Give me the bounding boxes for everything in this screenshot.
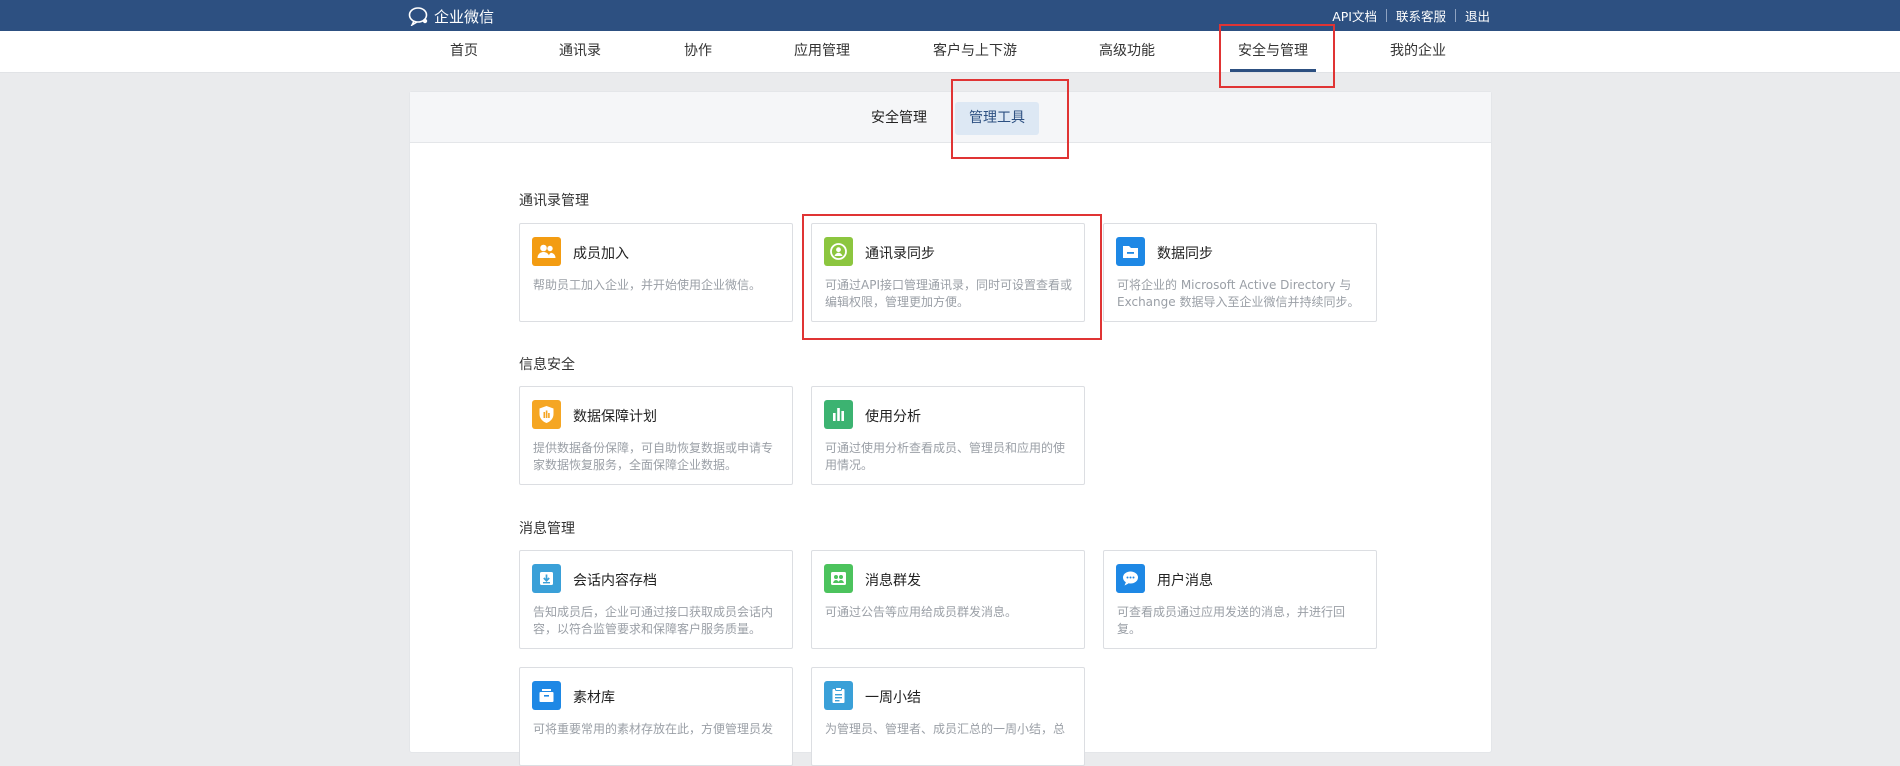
chat-bubble-icon <box>1116 564 1145 593</box>
section-title-contacts: 通讯录管理 <box>519 193 589 209</box>
card-data-sync[interactable]: 数据同步 可将企业的 Microsoft Active Directory 与 … <box>1103 223 1377 322</box>
card-title: 通讯录同步 <box>865 246 935 262</box>
card-title: 成员加入 <box>573 246 629 262</box>
card-description: 可查看成员通过应用发送的消息，并进行回复。 <box>1117 605 1346 636</box>
app-logo[interactable]: 企业微信 <box>408 5 494 27</box>
material-library-icon <box>532 681 561 710</box>
card-title: 数据保障计划 <box>573 409 657 425</box>
card-mass-message[interactable]: 消息群发 可通过公告等应用给成员群发消息。 <box>811 550 1085 649</box>
shield-icon <box>532 400 561 429</box>
card-material-library[interactable]: 素材库 可将重要常用的素材存放在此，方便管理员发 <box>519 667 793 766</box>
content-panel: 安全管理 管理工具 通讯录管理 成员加入 帮助员工加入企业，并开始使用企业微信。… <box>409 91 1492 766</box>
card-title: 使用分析 <box>865 409 921 425</box>
top-links: API文档 联系客服 退出 <box>1332 0 1490 31</box>
bar-chart-icon <box>824 400 853 429</box>
tab-management-tools[interactable]: 管理工具 <box>955 102 1039 135</box>
section-title-message-management: 消息管理 <box>519 521 575 537</box>
nav-app-management[interactable]: 应用管理 <box>794 31 850 72</box>
card-weekly-summary[interactable]: 一周小结 为管理员、管理者、成员汇总的一周小结，总 <box>811 667 1085 766</box>
broadcast-icon <box>824 564 853 593</box>
card-description: 可将重要常用的素材存放在此，方便管理员发 <box>533 722 774 736</box>
card-chat-archive[interactable]: 会话内容存档 告知成员后，企业可通过接口获取成员会话内容，以符合监管要求和保障客… <box>519 550 793 649</box>
logo-text: 企业微信 <box>434 7 495 26</box>
main-nav: 首页 通讯录 协作 应用管理 客户与上下游 高级功能 安全与管理 我的企业 <box>0 31 1900 73</box>
card-member-join[interactable]: 成员加入 帮助员工加入企业，并开始使用企业微信。 <box>519 223 793 322</box>
divider <box>1454 9 1456 22</box>
card-title: 一周小结 <box>865 690 921 706</box>
contact-sync-icon <box>824 237 853 266</box>
card-description: 告知成员后，企业可通过接口获取成员会话内容，以符合监管要求和保障客户服务质量。 <box>533 605 774 636</box>
section-title-info-security: 信息安全 <box>519 357 575 373</box>
tab-security-management[interactable]: 安全管理 <box>857 102 941 135</box>
nav-contacts[interactable]: 通讯录 <box>559 31 601 72</box>
card-title: 用户消息 <box>1157 573 1213 589</box>
card-description: 可通过使用分析查看成员、管理员和应用的使用情况。 <box>825 441 1066 472</box>
archive-icon <box>532 564 561 593</box>
card-title: 数据同步 <box>1157 246 1213 262</box>
nav-customers[interactable]: 客户与上下游 <box>933 31 1017 72</box>
nav-security-management[interactable]: 安全与管理 <box>1230 31 1316 72</box>
clipboard-icon <box>824 681 853 710</box>
api-docs-link[interactable]: API文档 <box>1332 6 1377 25</box>
card-user-messages[interactable]: 用户消息 可查看成员通过应用发送的消息，并进行回复。 <box>1103 550 1377 649</box>
card-title: 消息群发 <box>865 573 921 589</box>
card-description: 可通过公告等应用给成员群发消息。 <box>825 605 1018 619</box>
wecom-logo-icon <box>408 7 428 26</box>
card-usage-analysis[interactable]: 使用分析 可通过使用分析查看成员、管理员和应用的使用情况。 <box>811 386 1085 485</box>
divider <box>1385 9 1387 22</box>
sub-tabs: 安全管理 管理工具 <box>410 92 1491 143</box>
card-description: 为管理员、管理者、成员汇总的一周小结，总 <box>825 722 1066 736</box>
card-title: 素材库 <box>573 690 615 706</box>
card-description: 提供数据备份保障，可自助恢复数据或申请专家数据恢复服务，全面保障企业数据。 <box>533 441 774 472</box>
card-description: 可将企业的 Microsoft Active Directory 与 Excha… <box>1117 278 1360 309</box>
card-contact-sync[interactable]: 通讯录同步 可通过API接口管理通讯录，同时可设置查看或编辑权限，管理更加方便。 <box>811 223 1085 322</box>
nav-advanced-features[interactable]: 高级功能 <box>1099 31 1155 72</box>
card-data-protection[interactable]: 数据保障计划 提供数据备份保障，可自助恢复数据或申请专家数据恢复服务，全面保障企… <box>519 386 793 485</box>
members-icon <box>532 237 561 266</box>
nav-my-enterprise[interactable]: 我的企业 <box>1390 31 1446 72</box>
top-bar: 企业微信 API文档 联系客服 退出 <box>0 0 1900 31</box>
contact-support-link[interactable]: 联系客服 <box>1396 6 1446 25</box>
nav-home[interactable]: 首页 <box>450 31 478 72</box>
folder-icon <box>1116 237 1145 266</box>
card-description: 可通过API接口管理通讯录，同时可设置查看或编辑权限，管理更加方便。 <box>825 278 1072 309</box>
logout-link[interactable]: 退出 <box>1465 6 1490 25</box>
card-title: 会话内容存档 <box>573 573 657 589</box>
card-description: 帮助员工加入企业，并开始使用企业微信。 <box>533 278 762 292</box>
nav-collaboration[interactable]: 协作 <box>684 31 712 72</box>
